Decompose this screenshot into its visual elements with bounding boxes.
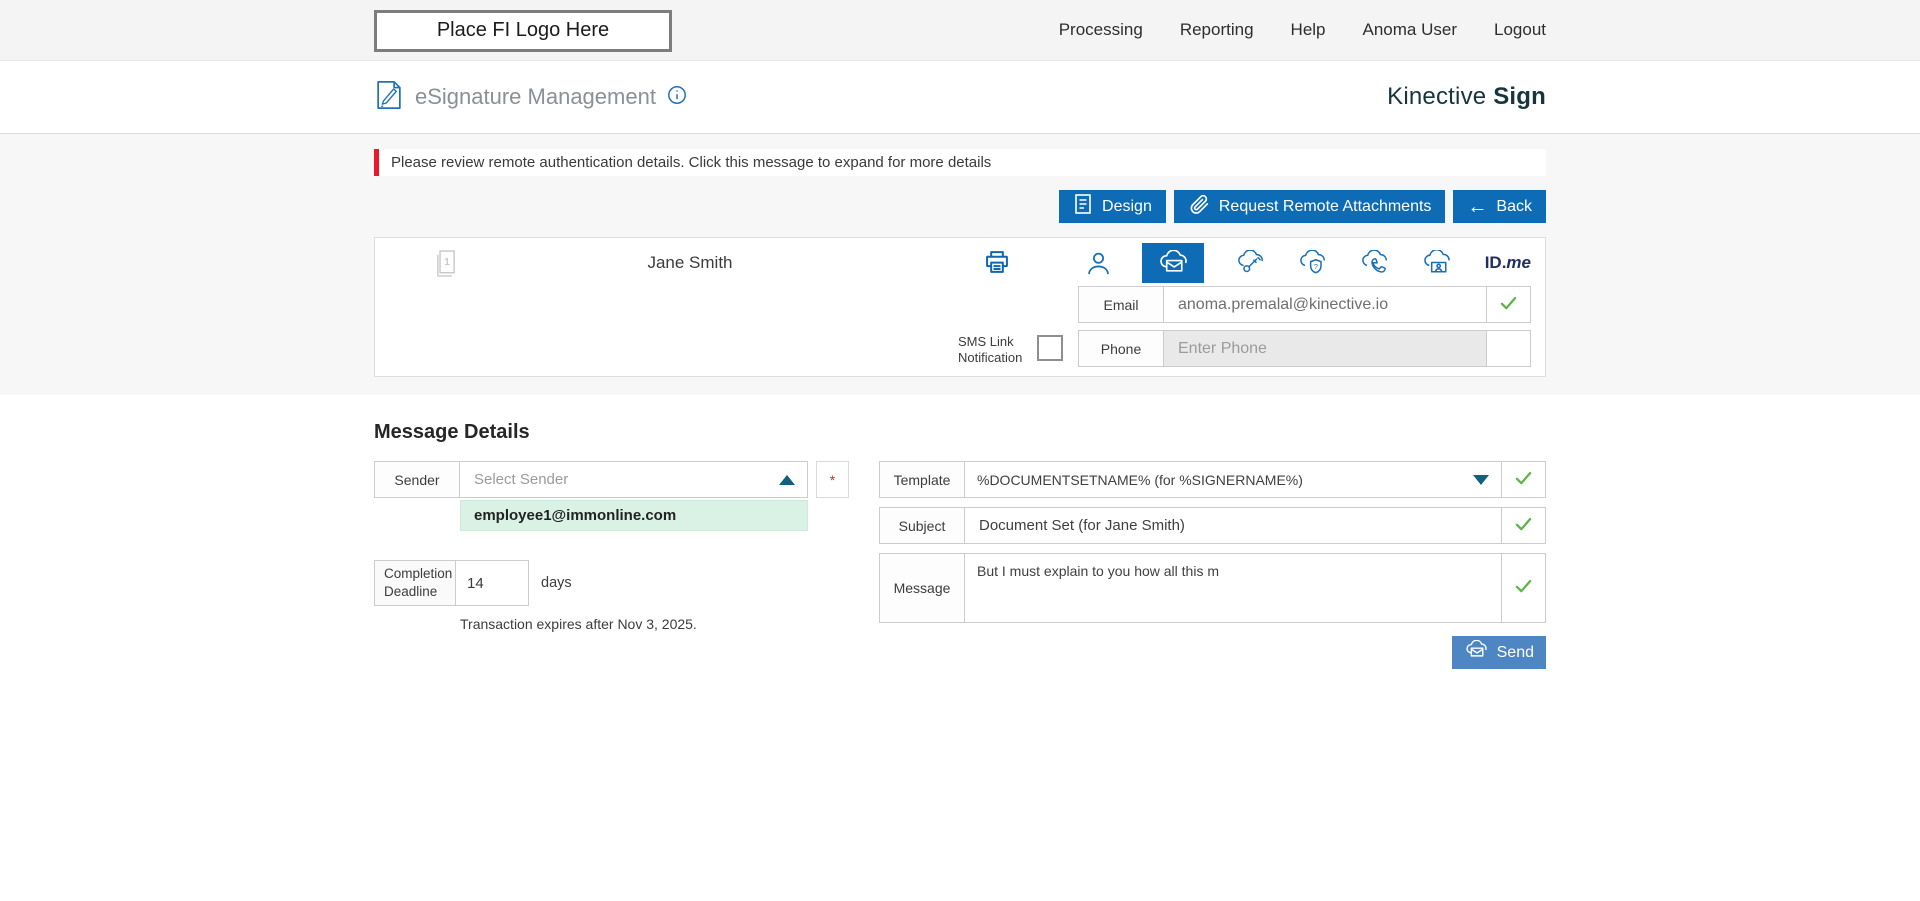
top-navigation: Processing Reporting Help Anoma User Log… bbox=[1059, 20, 1546, 40]
checkmark-icon bbox=[1513, 467, 1534, 493]
subject-input-group: Subject bbox=[879, 507, 1546, 544]
phone-input-group: Phone bbox=[1078, 330, 1531, 367]
design-button[interactable]: Design bbox=[1059, 190, 1166, 223]
nav-reporting[interactable]: Reporting bbox=[1180, 20, 1254, 40]
phone-input[interactable] bbox=[1176, 339, 1474, 359]
design-document-icon bbox=[1073, 193, 1093, 220]
brand-name: Kinective bbox=[1387, 83, 1486, 110]
method-remote-phone-icon[interactable] bbox=[1359, 250, 1391, 276]
dropdown-closed-icon[interactable] bbox=[1473, 475, 1489, 485]
email-valid-cell bbox=[1486, 287, 1530, 322]
template-value[interactable]: %DOCUMENTSETNAME% (for %SIGNERNAME%) bbox=[977, 472, 1465, 488]
topbar: Place FI Logo Here Processing Reporting … bbox=[0, 0, 1920, 61]
alert-text: Please review remote authentication deta… bbox=[391, 154, 991, 171]
paperclip-icon bbox=[1188, 193, 1210, 220]
checkmark-icon bbox=[1513, 513, 1534, 539]
method-remote-key-icon[interactable] bbox=[1235, 250, 1267, 276]
email-label: Email bbox=[1079, 287, 1164, 322]
phone-label: Phone bbox=[1079, 331, 1164, 366]
email-input-group: Email bbox=[1078, 286, 1531, 323]
nav-help[interactable]: Help bbox=[1291, 20, 1326, 40]
delivery-method-selector: ? bbox=[1085, 243, 1531, 283]
print-icon[interactable] bbox=[983, 248, 1011, 281]
message-details-section: Message Details Sender * bbox=[0, 395, 1920, 669]
svg-text:1: 1 bbox=[444, 257, 450, 268]
checkmark-icon bbox=[1513, 575, 1534, 601]
info-icon[interactable] bbox=[667, 85, 687, 110]
deadline-unit-label: days bbox=[541, 575, 572, 591]
back-arrow-icon: ← bbox=[1467, 197, 1487, 217]
cloud-send-icon bbox=[1464, 640, 1489, 665]
expiration-note: Transaction expires after Nov 3, 2025. bbox=[460, 616, 879, 632]
message-details-heading: Message Details bbox=[374, 421, 1546, 444]
sms-link-notification-checkbox[interactable] bbox=[1037, 335, 1063, 361]
sender-required-marker: * bbox=[816, 461, 849, 498]
subject-label: Subject bbox=[880, 508, 965, 543]
nav-logout[interactable]: Logout bbox=[1494, 20, 1546, 40]
completion-deadline-label: Completion Deadline bbox=[375, 561, 456, 605]
svg-text:?: ? bbox=[1314, 262, 1318, 271]
checkmark-icon bbox=[1498, 292, 1519, 318]
app-header: eSignature Management Kinective Sign bbox=[0, 61, 1920, 133]
action-buttons-row: Design Request Remote Attachments ← Back bbox=[374, 190, 1546, 223]
template-valid-cell bbox=[1501, 462, 1545, 497]
subject-valid-cell bbox=[1501, 508, 1545, 543]
sms-link-notification-label: SMS Link Notification bbox=[958, 334, 1036, 367]
email-input[interactable] bbox=[1176, 295, 1474, 315]
method-remote-id-verification-icon[interactable] bbox=[1421, 250, 1454, 276]
authentication-alert-banner[interactable]: Please review remote authentication deta… bbox=[374, 149, 1546, 176]
fi-logo-placeholder: Place FI Logo Here bbox=[374, 10, 672, 52]
document-page-1-icon: 1 bbox=[433, 248, 459, 284]
nav-processing[interactable]: Processing bbox=[1059, 20, 1143, 40]
signer-name: Jane Smith bbox=[605, 253, 775, 273]
sender-dropdown-option[interactable]: employee1@immonline.com bbox=[460, 500, 808, 531]
method-in-person-icon[interactable] bbox=[1085, 250, 1112, 277]
back-button[interactable]: ← Back bbox=[1453, 190, 1546, 223]
sender-input[interactable] bbox=[472, 470, 771, 489]
review-section: Please review remote authentication deta… bbox=[0, 133, 1920, 395]
method-remote-email-icon[interactable] bbox=[1142, 243, 1204, 283]
request-remote-attachments-button[interactable]: Request Remote Attachments bbox=[1174, 190, 1446, 223]
fi-logo-text: Place FI Logo Here bbox=[437, 19, 609, 42]
send-button[interactable]: Send bbox=[1452, 636, 1546, 669]
method-remote-security-question-icon[interactable]: ? bbox=[1297, 250, 1329, 277]
brand-logo: Kinective Sign bbox=[1387, 83, 1546, 111]
esignature-document-icon bbox=[374, 79, 404, 116]
signer-card: 1 Jane Smith bbox=[374, 237, 1546, 377]
brand-product: Sign bbox=[1493, 83, 1546, 110]
message-valid-cell bbox=[1501, 554, 1545, 622]
page-title: eSignature Management bbox=[415, 84, 656, 110]
dropdown-open-icon[interactable] bbox=[779, 475, 795, 485]
sender-label: Sender bbox=[375, 462, 460, 497]
subject-input[interactable] bbox=[977, 516, 1489, 535]
phone-valid-cell bbox=[1486, 331, 1530, 366]
nav-user-menu[interactable]: Anoma User bbox=[1363, 20, 1457, 40]
template-label: Template bbox=[880, 462, 965, 497]
message-textarea[interactable]: But I must explain to you how all this m bbox=[965, 554, 1501, 622]
completion-deadline-group: Completion Deadline bbox=[374, 560, 529, 606]
message-input-group: Message But I must explain to you how al… bbox=[879, 553, 1546, 623]
message-label: Message bbox=[880, 554, 965, 622]
method-idme-logo[interactable]: ID.me bbox=[1485, 253, 1531, 273]
completion-deadline-input[interactable] bbox=[465, 574, 515, 593]
template-input-group: Template %DOCUMENTSETNAME% (for %SIGNERN… bbox=[879, 461, 1546, 498]
sender-input-group: Sender bbox=[374, 461, 808, 498]
